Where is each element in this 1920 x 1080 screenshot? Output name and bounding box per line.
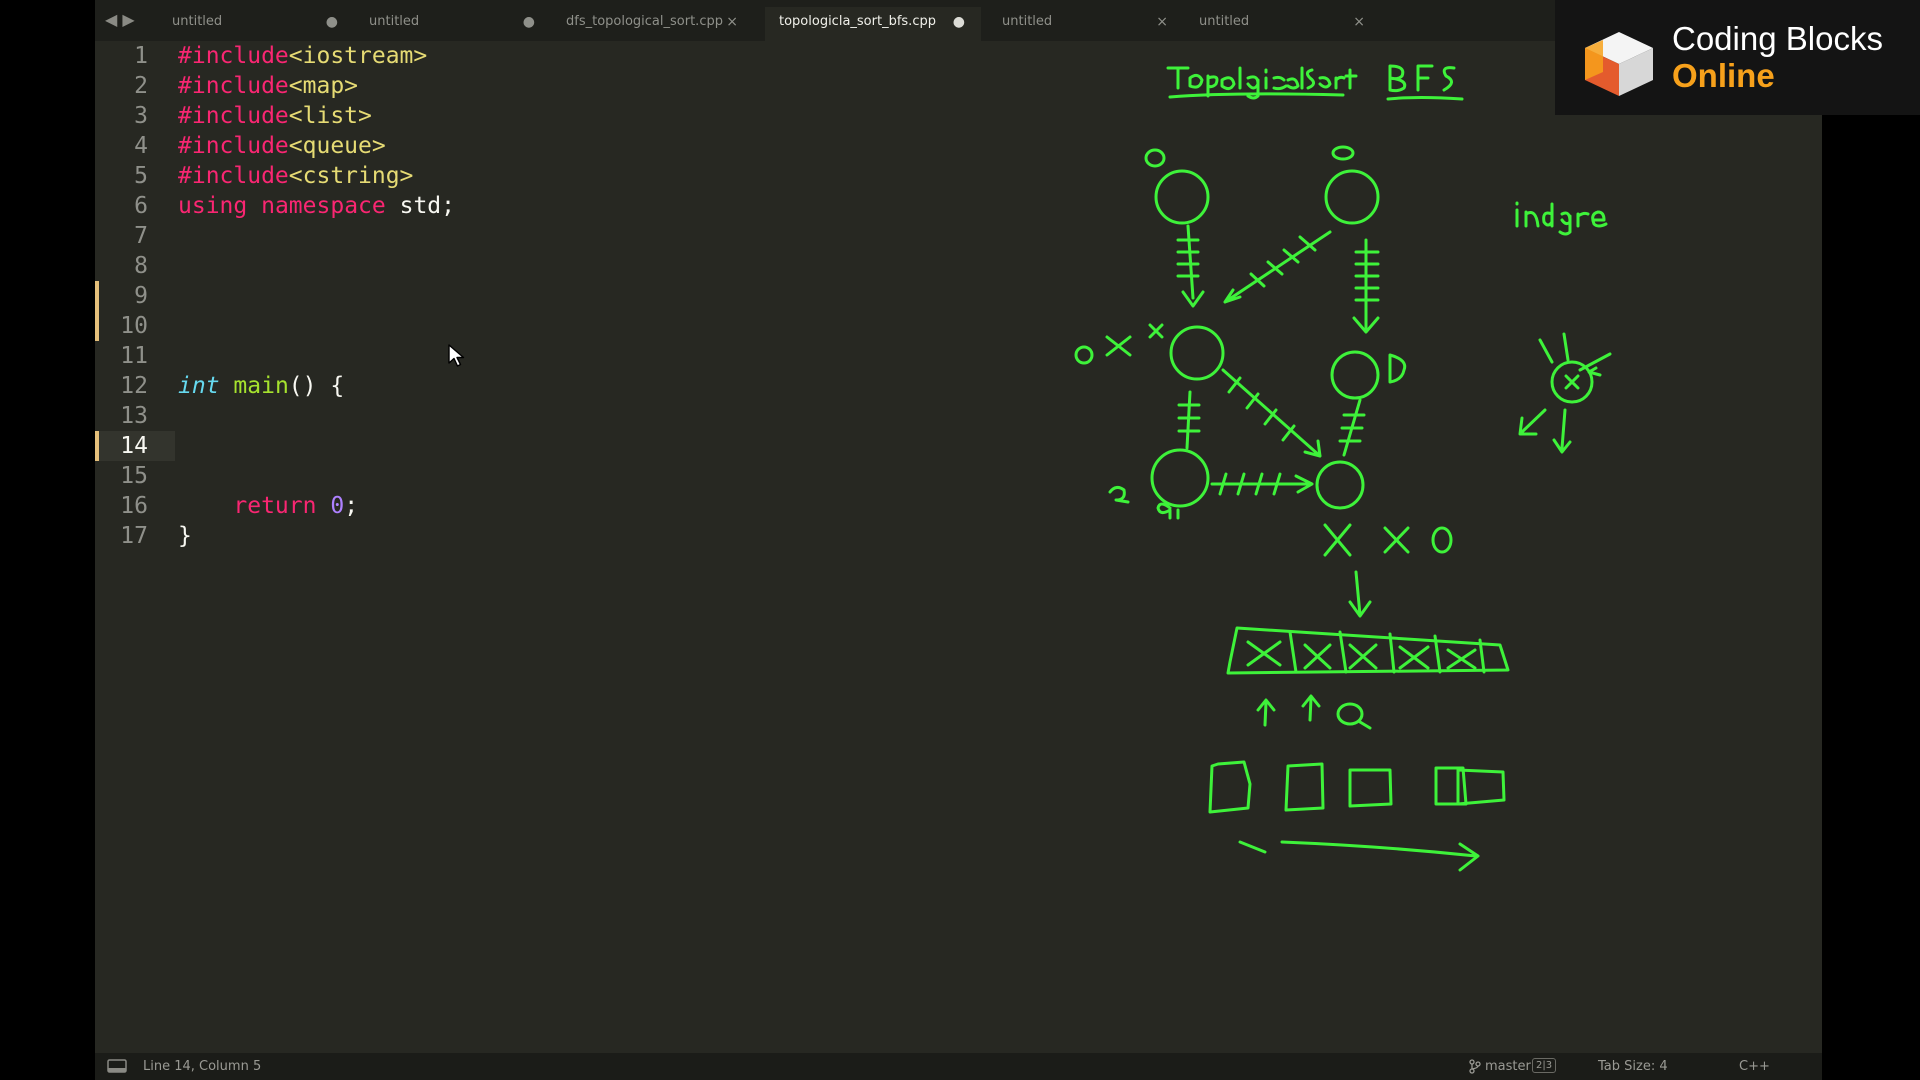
cube-logo-icon [1585, 32, 1653, 96]
logo-text-primary: Coding Blocks [1672, 20, 1883, 57]
handwritten-labels [1156, 64, 1608, 520]
logo-text-accent: Online [1672, 57, 1775, 94]
coding-blocks-watermark: Coding Blocks Online [1555, 0, 1920, 115]
